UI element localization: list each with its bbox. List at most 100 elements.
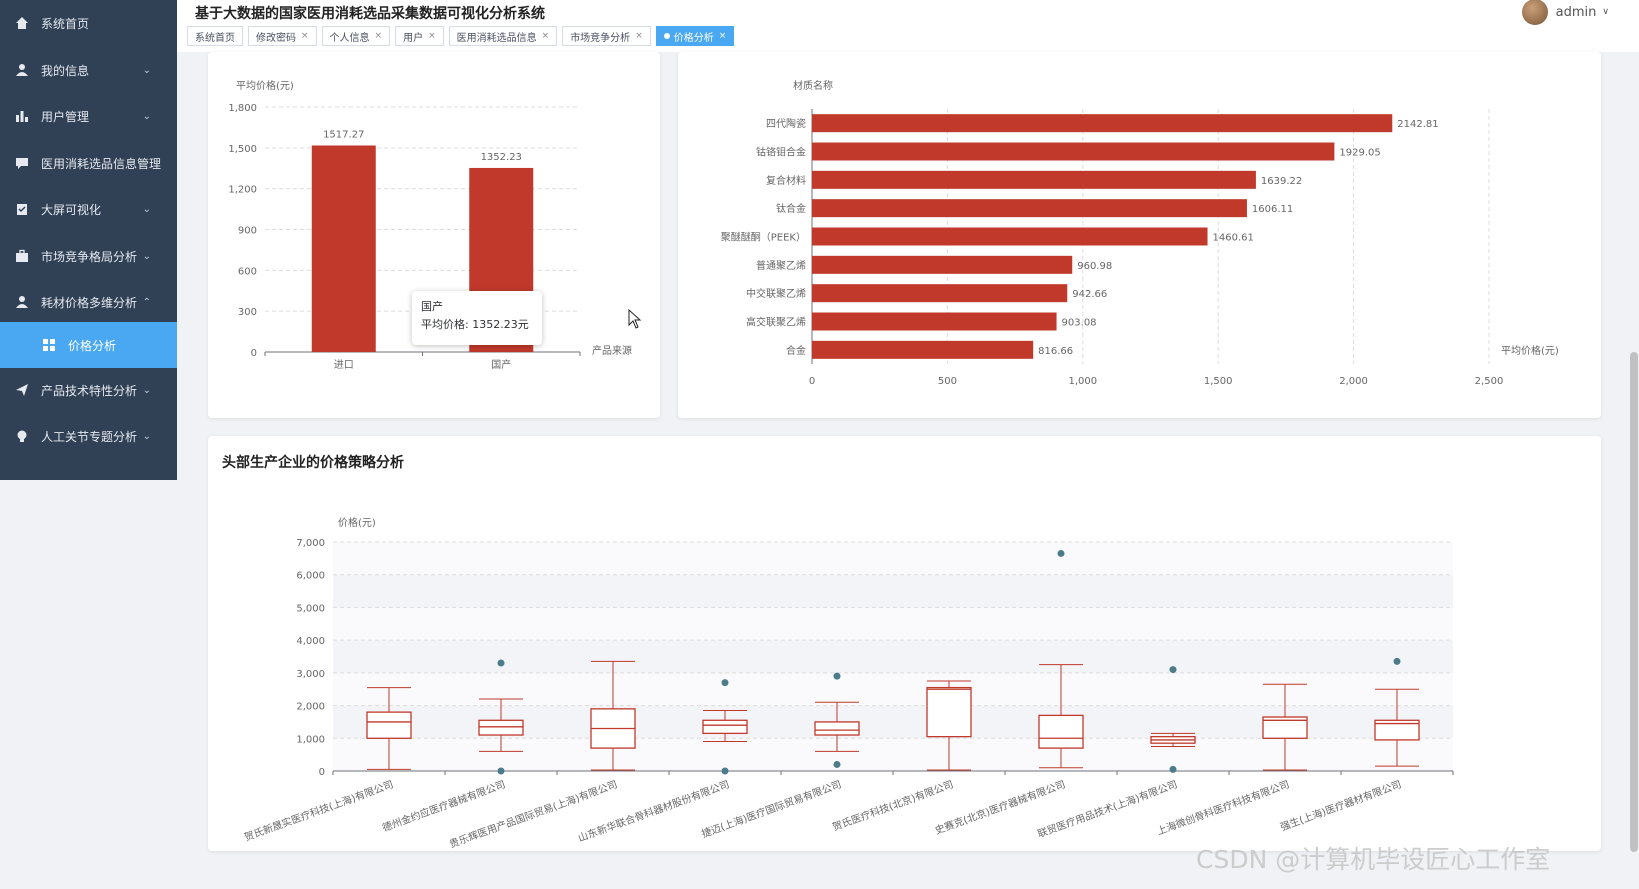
data-label: 942.66 bbox=[1072, 289, 1107, 300]
close-icon[interactable]: × bbox=[301, 31, 309, 41]
outlier-point bbox=[833, 760, 841, 768]
y-tick-label: 四代陶瓷 bbox=[766, 117, 806, 130]
tab-5[interactable]: 市场竞争分析 × bbox=[562, 26, 651, 46]
grid-icon bbox=[43, 339, 55, 351]
sidebar-item-9[interactable]: 人工关节专题分析 ⌄ bbox=[0, 413, 177, 459]
page-scrollbar[interactable] bbox=[1630, 352, 1638, 852]
bar bbox=[812, 284, 1068, 303]
bar bbox=[812, 340, 1034, 359]
x-tick-label: 进口 bbox=[334, 359, 354, 371]
tab-1[interactable]: 修改密码 × bbox=[248, 26, 317, 46]
sidebar-item-7[interactable]: 价格分析 bbox=[0, 322, 177, 368]
x-tick-label: 0 bbox=[809, 376, 815, 387]
bar bbox=[812, 227, 1208, 246]
chevron-down-icon: ⌄ bbox=[142, 384, 151, 396]
y-tick-label: 1,200 bbox=[228, 185, 257, 196]
avatar[interactable] bbox=[1521, 0, 1548, 25]
y-tick-label: 0 bbox=[251, 348, 257, 359]
y-tick-label: 600 bbox=[238, 266, 257, 277]
chart-tooltip: 国产 平均价格: 1352.23元 bbox=[412, 291, 542, 345]
y-tick-label: 6,000 bbox=[296, 571, 325, 582]
sidebar-item-5[interactable]: 市场竞争格局分析 ⌄ bbox=[0, 233, 177, 279]
tab-6[interactable]: 价格分析 × bbox=[655, 26, 735, 46]
box bbox=[702, 719, 748, 735]
bar bbox=[812, 199, 1247, 218]
data-label: 903.08 bbox=[1062, 318, 1097, 329]
outlier-point bbox=[1393, 657, 1401, 665]
y-tick-label: 1,000 bbox=[296, 734, 325, 745]
data-label: 816.66 bbox=[1038, 346, 1073, 357]
close-icon[interactable]: × bbox=[635, 31, 643, 41]
sidebar-item-8[interactable]: 产品技术特性分析 ⌄ bbox=[0, 367, 177, 413]
tab-label: 市场竞争分析 bbox=[570, 32, 631, 44]
close-icon[interactable]: × bbox=[542, 31, 550, 41]
close-icon[interactable]: × bbox=[428, 31, 436, 41]
top-bar: 基于大数据的国家医用消耗选品采集数据可视化分析系统 admin ∨ 系统首页 修改… bbox=[177, 0, 1639, 52]
sidebar-item-6[interactable]: 耗材价格多维分析 ⌃ bbox=[0, 279, 177, 325]
y-axis-title: 价格(元) bbox=[338, 516, 376, 529]
x-axis-title: 产品来源 bbox=[592, 344, 632, 357]
material-price-card: 材质名称 0 500 1,000 1,500 2,000 2,500 2142.81 四代陶瓷 1… bbox=[678, 52, 1601, 418]
send-icon bbox=[16, 384, 28, 396]
briefcase-icon bbox=[16, 249, 28, 262]
sidebar-item-0[interactable]: 系统首页 bbox=[0, 0, 177, 46]
tooltip-body: 平均价格: 1352.23元 bbox=[421, 318, 529, 331]
y-tick-label: 0 bbox=[319, 767, 325, 778]
chevron-up-icon: ⌃ bbox=[142, 296, 151, 308]
sidebar-item-label: 医用消耗选品信息管理 bbox=[41, 156, 162, 171]
tab-label: 个人信息 bbox=[329, 32, 370, 44]
y-tick-label: 高交联聚乙烯 bbox=[746, 316, 806, 329]
y-tick-label: 3,000 bbox=[296, 669, 325, 680]
data-label: 2142.81 bbox=[1397, 119, 1438, 130]
chevron-down-icon: ⌄ bbox=[142, 250, 151, 262]
tab-2[interactable]: 个人信息 × bbox=[321, 26, 391, 46]
outlier-point bbox=[1169, 765, 1177, 773]
sidebar-item-label: 用户管理 bbox=[41, 109, 90, 124]
box bbox=[926, 686, 972, 738]
tab-label: 价格分析 bbox=[673, 32, 714, 44]
user-icon bbox=[16, 296, 28, 308]
sidebar-item-label: 系统首页 bbox=[41, 16, 90, 31]
y-tick-label: 4,000 bbox=[296, 636, 325, 647]
tab-label: 修改密码 bbox=[256, 32, 296, 44]
tab-4[interactable]: 医用消耗选品信息 × bbox=[448, 26, 558, 46]
box bbox=[478, 719, 524, 736]
sidebar-item-3[interactable]: 医用消耗选品信息管理 bbox=[0, 140, 177, 186]
chevron-down-icon: ∨ bbox=[1602, 7, 1609, 17]
chevron-down-icon: ⌄ bbox=[142, 203, 151, 215]
y-tick-label: 300 bbox=[238, 307, 257, 318]
company-price-boxplot: 价格(元) 0 1,000 2,000 3,000 4,000 5,000 6,000 7,00… bbox=[242, 516, 1454, 851]
data-label: 1517.27 bbox=[323, 129, 364, 140]
tab-0[interactable]: 系统首页 bbox=[187, 26, 243, 46]
tab-3[interactable]: 用户 × bbox=[395, 26, 444, 46]
bar bbox=[311, 145, 376, 352]
sidebar-item-label: 产品技术特性分析 bbox=[41, 383, 138, 398]
sidebar-item-4[interactable]: 大屏可视化 ⌄ bbox=[0, 186, 177, 232]
y-tick-label: 普通聚乙烯 bbox=[756, 259, 806, 272]
bar bbox=[812, 170, 1256, 189]
y-tick-label: 合金 bbox=[786, 344, 806, 357]
outlier-point bbox=[497, 767, 505, 775]
data-label: 1606.11 bbox=[1252, 204, 1293, 215]
sidebar-item-1[interactable]: 我的信息 ⌄ bbox=[0, 47, 177, 93]
y-tick-label: 中交联聚乙烯 bbox=[746, 287, 806, 300]
y-tick-label: 1,500 bbox=[228, 144, 257, 155]
y-tick-label: 复合材料 bbox=[766, 174, 806, 187]
sidebar-item-2[interactable]: 用户管理 ⌄ bbox=[0, 93, 177, 139]
user-icon bbox=[16, 64, 28, 76]
chevron-down-icon: ⌄ bbox=[142, 430, 151, 442]
bar bbox=[812, 142, 1335, 161]
watermark: CSDN @计算机毕设匠心工作室 bbox=[1196, 845, 1551, 874]
close-icon[interactable]: × bbox=[719, 31, 727, 41]
bar bbox=[812, 114, 1393, 133]
mouse-cursor-icon bbox=[628, 309, 642, 329]
origin-price-chart: 平均价格(元) 0 300 600 900 1,200 1,500 1,800 1517.27 进… bbox=[228, 79, 632, 371]
y-tick-label: 2,000 bbox=[296, 702, 325, 713]
y-axis-title: 平均价格(元) bbox=[236, 79, 294, 92]
user-menu[interactable]: admin ∨ bbox=[1521, 0, 1609, 25]
y-tick-label: 5,000 bbox=[296, 603, 325, 614]
close-icon[interactable]: × bbox=[375, 31, 383, 41]
tab-label: 系统首页 bbox=[195, 32, 235, 44]
outlier-point bbox=[1169, 666, 1177, 674]
app-title: 基于大数据的国家医用消耗选品采集数据可视化分析系统 bbox=[195, 6, 545, 22]
